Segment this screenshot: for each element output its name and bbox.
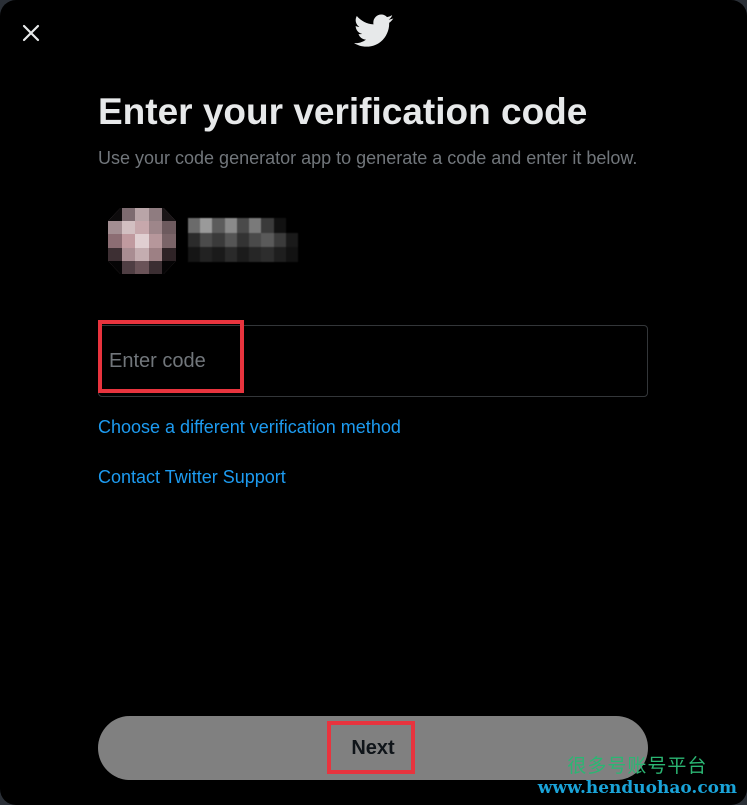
close-button[interactable] (14, 16, 48, 50)
contact-support-link[interactable]: Contact Twitter Support (98, 467, 286, 488)
next-button-label: Next (351, 737, 395, 759)
twitter-bird-icon (354, 14, 394, 47)
verification-dialog: Enter your verification code Use your co… (0, 0, 747, 805)
code-field[interactable] (98, 325, 648, 397)
next-button[interactable]: Next (98, 716, 648, 780)
page-title: Enter your verification code (98, 91, 588, 132)
account-summary (108, 206, 318, 276)
avatar-pixelation (108, 208, 176, 274)
account-name-redacted (188, 218, 298, 262)
page-subtitle: Use your code generator app to generate … (98, 148, 638, 168)
close-icon (22, 24, 40, 42)
code-input[interactable] (109, 336, 629, 386)
watermark-url: www.henduohao.com (537, 778, 737, 798)
different-method-link[interactable]: Choose a different verification method (98, 417, 401, 438)
